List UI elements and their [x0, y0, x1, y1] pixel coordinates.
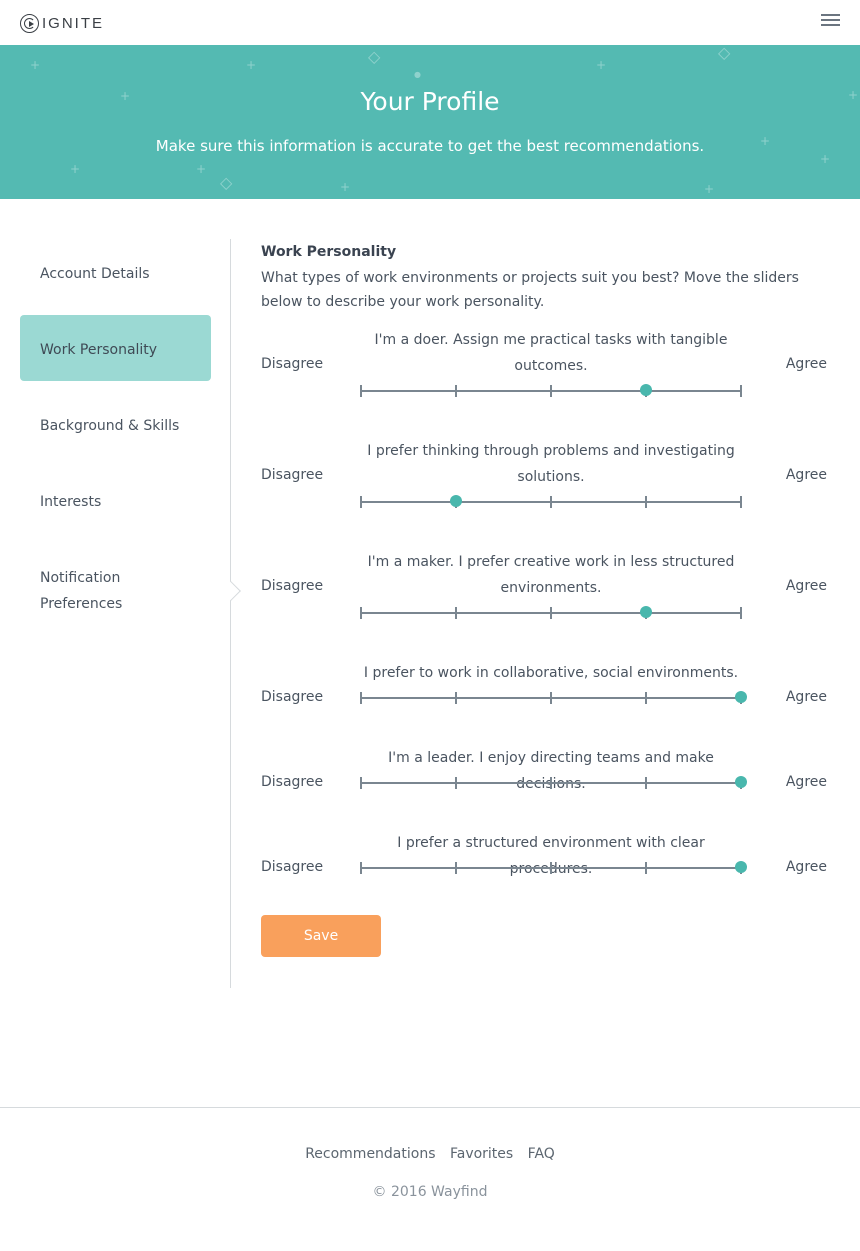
sidebar-item-label: Notification [40, 570, 121, 586]
slider-tick [550, 607, 552, 619]
slider-tick [455, 777, 457, 789]
slider-tick [550, 777, 552, 789]
sidebar-item-label: Preferences [40, 596, 123, 612]
sidebar-item-notification-preferences[interactable]: Notification Preferences [20, 543, 211, 623]
slider-tick [360, 692, 362, 704]
section-title: Work Personality [261, 244, 397, 260]
slider-statement: I prefer a structured environment with c… [397, 835, 705, 877]
sparkle-icon: ◇ [368, 47, 381, 66]
slider-statement: I prefer thinking through problems and i… [367, 443, 735, 485]
agree-label: Agree [785, 689, 827, 705]
slider-track[interactable] [360, 495, 742, 508]
disagree-label: Disagree [261, 774, 324, 790]
slider-tick [550, 496, 552, 508]
sidebar-item-label: Work Personality [40, 342, 158, 358]
ignite-logo-icon [20, 14, 39, 33]
disagree-label: Disagree [261, 859, 324, 875]
footer-link-recommendations[interactable]: Recommendations [305, 1146, 435, 1162]
slider-tick [550, 862, 552, 874]
slider-tick [740, 385, 742, 397]
sparkle-icon: + [704, 182, 715, 196]
slider-tick [455, 692, 457, 704]
disagree-label: Disagree [261, 356, 324, 372]
footer-divider [0, 1107, 860, 1108]
sparkle-icon: + [30, 58, 41, 72]
slider-thumb[interactable] [640, 384, 652, 396]
sidebar-divider [230, 239, 231, 988]
slider-tick [740, 496, 742, 508]
slider-tick [360, 385, 362, 397]
agree-label: Agree [785, 859, 827, 875]
sidebar-item-label: Account Details [40, 266, 150, 282]
slider-tick [645, 777, 647, 789]
slider-tick [645, 496, 647, 508]
footer-link-faq[interactable]: FAQ [528, 1146, 555, 1162]
agree-label: Agree [785, 356, 827, 372]
slider-tick [740, 607, 742, 619]
slider-tick [455, 862, 457, 874]
profile-sidebar: Account Details Work Personality Backgro… [20, 239, 211, 633]
ignite-logo[interactable]: IGNITE [20, 14, 104, 33]
sidebar-item-label: Background & Skills [40, 418, 180, 434]
section-description: What types of work environments or proje… [261, 270, 799, 310]
disagree-label: Disagree [261, 467, 324, 483]
slider-tick [455, 607, 457, 619]
sparkle-icon: ◇ [220, 173, 233, 192]
slider-tick [550, 692, 552, 704]
save-button[interactable]: Save [261, 915, 381, 957]
slider-statement: I'm a maker. I prefer creative work in l… [367, 554, 735, 596]
sparkle-icon: ● [414, 70, 421, 79]
slider-tick [360, 862, 362, 874]
slider-track[interactable] [360, 606, 742, 619]
slider-tick [550, 385, 552, 397]
sidebar-item-label: Interests [40, 494, 102, 510]
slider-track[interactable] [360, 776, 747, 789]
slider-tick [360, 607, 362, 619]
logo-text: IGNITE [42, 15, 105, 32]
agree-label: Agree [785, 467, 827, 483]
disagree-label: Disagree [261, 689, 324, 705]
agree-label: Agree [785, 578, 827, 594]
page-subtitle: Make sure this information is accurate t… [155, 137, 705, 155]
slider-thumb[interactable] [735, 691, 747, 703]
sparkle-icon: + [596, 58, 607, 72]
slider-thumb[interactable] [735, 861, 747, 873]
agree-label: Agree [785, 774, 827, 790]
slider-tick [455, 385, 457, 397]
slider-statement: I prefer to work in collaborative, socia… [363, 665, 739, 681]
slider-thumb[interactable] [450, 495, 462, 507]
sparkle-icon: ◇ [718, 45, 731, 62]
sparkle-icon: + [196, 162, 207, 176]
slider-track[interactable] [360, 384, 742, 397]
copyright: © 2016 Wayfind [372, 1184, 488, 1200]
footer-nav: Recommendations Favorites FAQ [0, 1146, 860, 1162]
slider-statement: I'm a doer. Assign me practical tasks wi… [374, 332, 728, 374]
top-bar: IGNITE [0, 0, 860, 45]
footer-link-favorites[interactable]: Favorites [450, 1146, 513, 1162]
sidebar-item-work-personality[interactable]: Work Personality [20, 315, 211, 381]
slider-tick [360, 496, 362, 508]
slider-track[interactable] [360, 691, 747, 704]
slider-track[interactable] [360, 861, 747, 874]
hero-banner: + + + + ◇ + + ◇ ● + ◇ + + + + Your Profi… [0, 45, 860, 199]
sidebar-item-account-details[interactable]: Account Details [20, 239, 211, 305]
sidebar-item-background-skills[interactable]: Background & Skills [20, 391, 211, 457]
sparkle-icon: + [70, 162, 81, 176]
sidebar-item-interests[interactable]: Interests [20, 467, 211, 533]
slider-tick [360, 777, 362, 789]
page-title: Your Profile [360, 87, 500, 116]
slider-thumb[interactable] [640, 606, 652, 618]
slider-tick [645, 692, 647, 704]
slider-tick [645, 862, 647, 874]
disagree-label: Disagree [261, 578, 324, 594]
hamburger-menu-icon[interactable] [821, 14, 840, 28]
slider-statement: I'm a leader. I enjoy directing teams an… [388, 750, 714, 792]
sparkle-icon: + [246, 58, 257, 72]
active-section-pointer [221, 581, 241, 601]
slider-thumb[interactable] [735, 776, 747, 788]
sparkle-icon: + [340, 180, 351, 194]
